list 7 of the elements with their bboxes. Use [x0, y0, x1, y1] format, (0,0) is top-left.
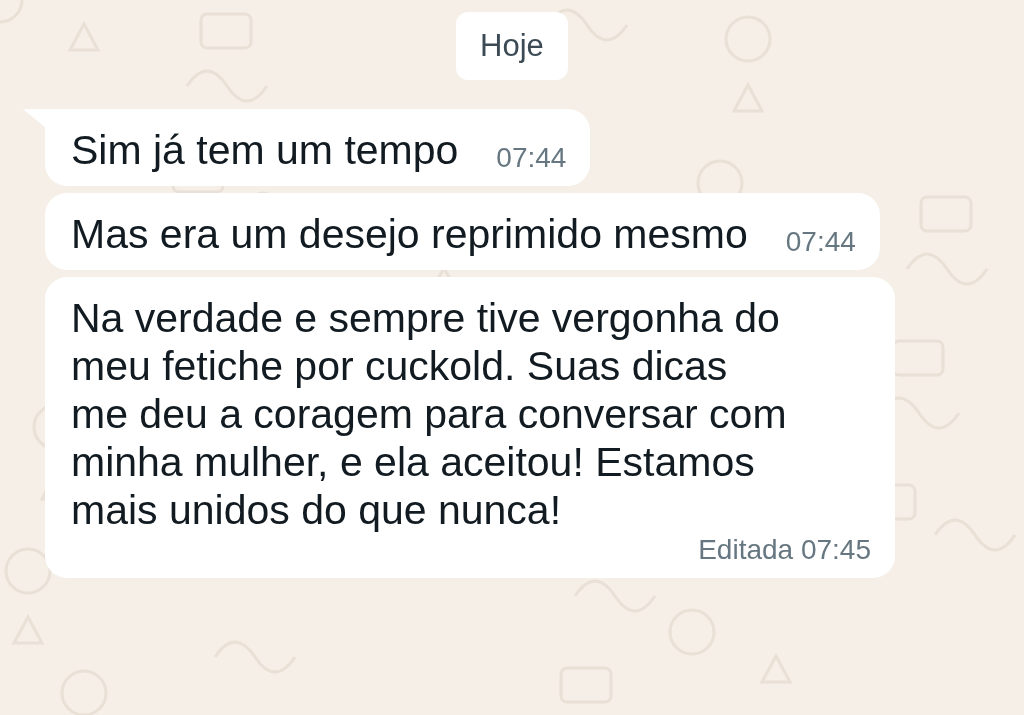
- message-text: Sim já tem um tempo: [71, 126, 459, 174]
- message-time: 07:44: [785, 226, 856, 258]
- message-time: 07:44: [496, 142, 567, 174]
- message-time: Editada 07:45: [698, 534, 871, 566]
- message-text: Mas era um desejo reprimido mesmo: [71, 210, 748, 258]
- date-chip: Hoje: [456, 12, 568, 80]
- message-text: Na verdade e sempre tive vergonha do meu fetiche por cuckold. Suas dicas me deu a coragem para conversar com minha mulher, e ela aceitou! Estamos mais unidos do que nunca!: [71, 294, 787, 534]
